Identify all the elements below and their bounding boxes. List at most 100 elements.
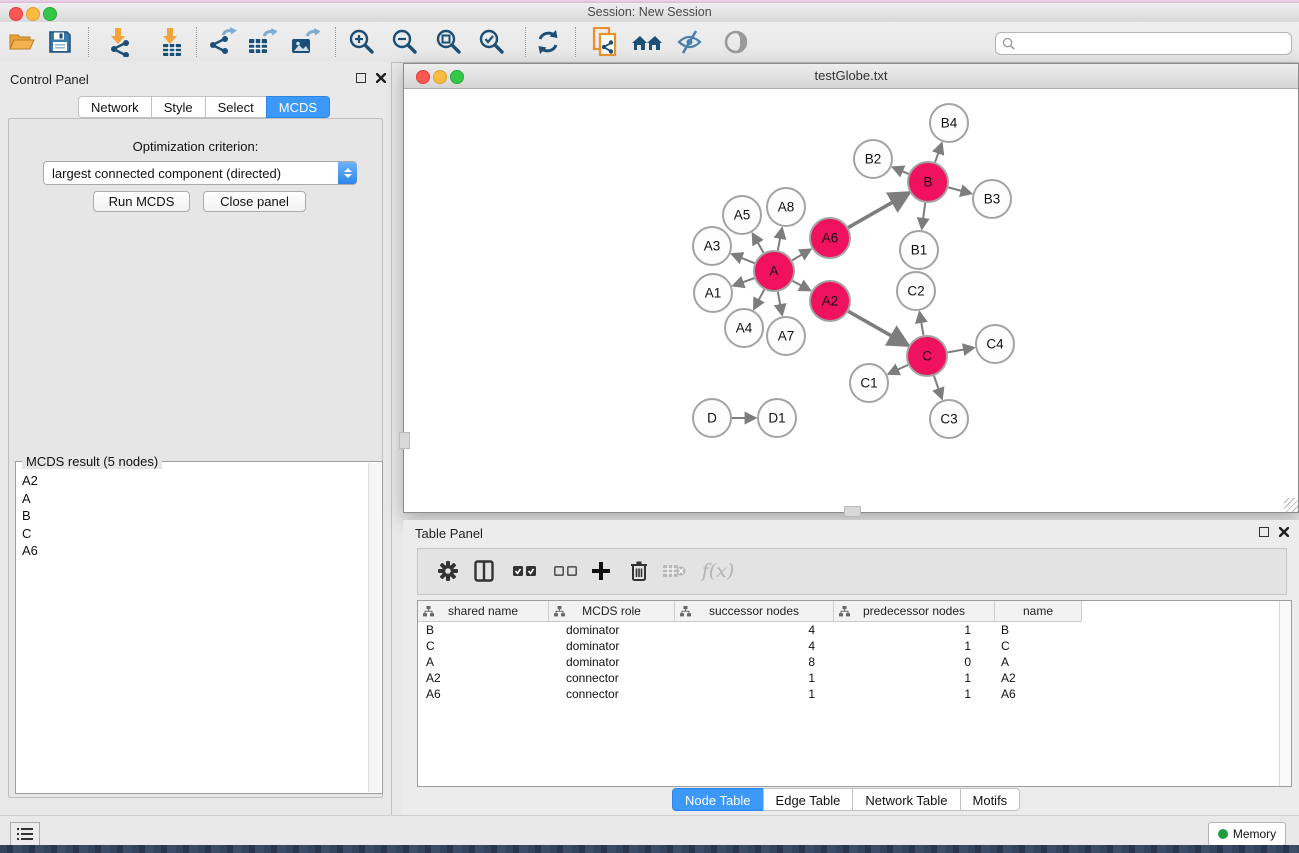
graph-node-A3[interactable]: A3 — [693, 227, 731, 265]
refresh-icon[interactable] — [530, 25, 566, 59]
graph-node-C1[interactable]: C1 — [850, 364, 888, 402]
graph-node-B4[interactable]: B4 — [930, 104, 968, 142]
search-input[interactable] — [1015, 37, 1291, 51]
hide-panel-icon[interactable] — [672, 25, 708, 59]
column-header-name[interactable]: name — [995, 601, 1082, 621]
column-header-shared-name[interactable]: shared name — [418, 601, 549, 621]
select-all-icon[interactable] — [508, 554, 542, 588]
graph-edge-C-C2[interactable] — [920, 313, 924, 336]
graph-edge-C-C3[interactable] — [934, 376, 942, 398]
tab-motifs[interactable]: Motifs — [960, 788, 1021, 811]
zoom-in-icon[interactable] — [344, 25, 380, 59]
graph-edge-A-A6[interactable] — [792, 250, 810, 261]
graph-edge-A-A1[interactable] — [734, 278, 755, 285]
graph-node-A6[interactable]: A6 — [810, 218, 850, 258]
graph-edge-A-A3[interactable] — [732, 254, 754, 263]
graph-node-D1[interactable]: D1 — [758, 399, 796, 437]
graph-node-A4[interactable]: A4 — [725, 309, 763, 347]
graph-node-A[interactable]: A — [754, 251, 794, 291]
run-mcds-button[interactable]: Run MCDS — [93, 191, 190, 212]
window-resize-handle[interactable] — [1284, 498, 1298, 512]
graph-edge-B-B2[interactable] — [893, 167, 908, 173]
show-columns-icon[interactable] — [467, 554, 501, 588]
tab-select[interactable]: Select — [205, 96, 267, 118]
graph-edge-C-C1[interactable] — [889, 365, 908, 374]
graph-node-D[interactable]: D — [693, 399, 731, 437]
close-table-panel-icon[interactable] — [1279, 527, 1289, 537]
graph-edge-A-A2[interactable] — [793, 281, 810, 290]
graph-node-B1[interactable]: B1 — [900, 231, 938, 269]
window-bottom-grip[interactable] — [844, 506, 861, 517]
graph-node-A2[interactable]: A2 — [810, 281, 850, 321]
home-icon[interactable] — [629, 25, 665, 59]
graph-node-B[interactable]: B — [908, 162, 948, 202]
open-session-icon[interactable] — [4, 25, 40, 59]
float-panel-icon[interactable] — [356, 73, 366, 83]
mcds-result-item[interactable]: C — [18, 525, 368, 543]
export-image-icon[interactable] — [287, 25, 323, 59]
mcds-result-item[interactable]: A — [18, 490, 368, 508]
tab-network-table[interactable]: Network Table — [852, 788, 960, 811]
node-table[interactable]: shared nameMCDS rolesuccessor nodesprede… — [417, 600, 1292, 787]
graph-node-C3[interactable]: C3 — [930, 400, 968, 438]
graph-node-A8[interactable]: A8 — [767, 188, 805, 226]
tab-style[interactable]: Style — [151, 96, 206, 118]
graph-edge-A-A7[interactable] — [778, 292, 782, 315]
save-session-icon[interactable] — [42, 25, 78, 59]
table-row[interactable]: Adominator80A — [418, 654, 1280, 670]
column-header-predecessor-nodes[interactable]: predecessor nodes — [834, 601, 995, 621]
graph-edge-A-A5[interactable] — [753, 234, 764, 253]
table-settings-icon[interactable] — [431, 554, 465, 588]
graph-node-C4[interactable]: C4 — [976, 325, 1014, 363]
window-left-grip[interactable] — [399, 432, 410, 449]
network-graph[interactable]: A A1 A2 A3 A4 A5 A6 A7 A8 B B1 B2 B3B4 C C1 C2 C3C4 D D1 — [405, 89, 1297, 511]
search-box[interactable] — [995, 32, 1292, 55]
graph-edge-B-B1[interactable] — [922, 203, 925, 228]
table-row[interactable]: Bdominator41B — [418, 622, 1280, 638]
show-panel-icon[interactable] — [718, 25, 754, 59]
graph-edge-B-B4[interactable] — [935, 144, 942, 162]
graph-edge-A-A4[interactable] — [754, 290, 764, 309]
zoom-fit-icon[interactable] — [431, 25, 467, 59]
graph-node-C[interactable]: C — [907, 336, 947, 376]
zoom-out-icon[interactable] — [387, 25, 423, 59]
table-row[interactable]: A6connector11A6 — [418, 686, 1280, 702]
import-table-icon[interactable] — [154, 25, 190, 59]
float-table-panel-icon[interactable] — [1259, 527, 1269, 537]
add-column-icon[interactable] — [584, 554, 618, 588]
graph-node-B3[interactable]: B3 — [973, 180, 1011, 218]
mcds-result-item[interactable]: A6 — [18, 542, 368, 560]
zoom-selected-icon[interactable] — [474, 25, 510, 59]
mcds-result-item[interactable]: B — [18, 507, 368, 525]
graph-node-A5[interactable]: A5 — [723, 196, 761, 234]
close-panel-button[interactable]: Close panel — [203, 191, 306, 212]
import-network-icon[interactable] — [102, 25, 138, 59]
column-header-mcds-role[interactable]: MCDS role — [549, 601, 675, 621]
export-network-icon[interactable] — [204, 25, 240, 59]
table-row[interactable]: Cdominator41C — [418, 638, 1280, 654]
duplicate-network-icon[interactable] — [587, 25, 623, 59]
memory-button[interactable]: Memory — [1208, 822, 1286, 846]
graph-node-A1[interactable]: A1 — [694, 274, 732, 312]
deselect-all-icon[interactable] — [549, 554, 583, 588]
graph-edge-C-C4[interactable] — [948, 348, 974, 353]
graph-node-A7[interactable]: A7 — [767, 317, 805, 355]
network-window-titlebar[interactable]: testGlobe.txt — [404, 64, 1298, 89]
tab-mcds[interactable]: MCDS — [266, 96, 330, 118]
graph-edge-A2-C[interactable] — [848, 311, 907, 344]
table-scrollbar[interactable] — [1279, 601, 1291, 786]
graph-edge-A6-B[interactable] — [848, 193, 908, 227]
column-header-successor-nodes[interactable]: successor nodes — [675, 601, 834, 621]
network-view[interactable]: A A1 A2 A3 A4 A5 A6 A7 A8 B B1 B2 B3B4 C C1 C2 C3C4 D D1 — [405, 89, 1297, 511]
graph-node-C2[interactable]: C2 — [897, 272, 935, 310]
delete-column-icon[interactable] — [622, 554, 656, 588]
graph-edge-B-B3[interactable] — [948, 187, 970, 193]
optimization-criterion-dropdown[interactable]: largest connected component (directed) — [43, 161, 357, 185]
graph-node-B2[interactable]: B2 — [854, 140, 892, 178]
table-row[interactable]: A2connector11A2 — [418, 670, 1280, 686]
close-panel-icon[interactable] — [376, 73, 386, 83]
tab-edge-table[interactable]: Edge Table — [763, 788, 854, 811]
tab-network[interactable]: Network — [78, 96, 152, 118]
graph-edge-A-A8[interactable] — [778, 229, 782, 251]
tab-node-table[interactable]: Node Table — [672, 788, 764, 811]
